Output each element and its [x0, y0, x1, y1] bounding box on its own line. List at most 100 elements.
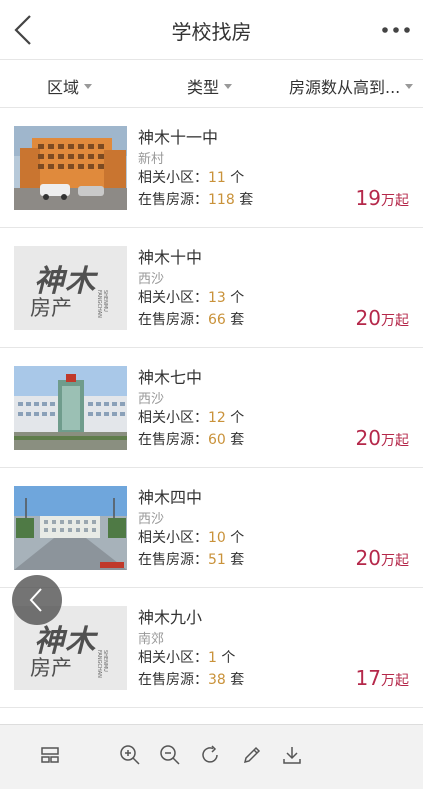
filter-sort-label: 房源数从高到... [289, 78, 401, 97]
price-unit: 万起 [381, 433, 409, 449]
related-communities: 相关小区：10 个 [138, 527, 244, 547]
dropdown-triangle-icon [84, 83, 93, 89]
school-photo [14, 126, 127, 210]
onsale-listings: 在售房源：38 套 [138, 669, 244, 689]
price-value: 20 [355, 426, 381, 450]
school-photo [14, 366, 127, 450]
related-unit: 个 [230, 170, 245, 186]
onsale-listings: 在售房源：118 套 [138, 189, 253, 209]
rotate-button[interactable] [198, 743, 222, 767]
onsale-count: 38 [208, 672, 226, 688]
zoom-in-icon [120, 745, 140, 765]
onsale-unit: 套 [230, 432, 245, 448]
price-value: 20 [355, 306, 381, 330]
school-list-item[interactable]: 神木 房产 SHENMU FANGCHAN 神木九小 南郊 相关小区：1 个 在… [0, 588, 423, 708]
school-list: 神木十一中 新村 相关小区：11 个 在售房源：118 套 19万起 神木 房产… [0, 108, 423, 708]
school-area: 西沙 [138, 392, 165, 407]
onsale-label: 在售房源： [138, 432, 208, 448]
page-title: 学校找房 [171, 20, 252, 44]
onsale-unit: 套 [230, 552, 245, 568]
price-value: 19 [355, 186, 381, 210]
related-unit: 个 [230, 410, 245, 426]
onsale-label: 在售房源： [138, 192, 208, 208]
price-from: 19万起 [356, 186, 409, 210]
layout-icon [41, 747, 59, 763]
onsale-label: 在售房源： [138, 552, 208, 568]
onsale-label: 在售房源： [138, 672, 208, 688]
price-unit: 万起 [381, 193, 409, 209]
logo-text-bottom: 房产 [30, 296, 72, 320]
related-label: 相关小区： [138, 530, 208, 546]
price-from: 20万起 [356, 546, 409, 570]
school-name: 神木十一中 [138, 128, 219, 147]
edit-button[interactable] [240, 743, 264, 767]
school-area: 南郊 [138, 632, 165, 647]
related-unit: 个 [230, 290, 245, 306]
onsale-unit: 套 [230, 312, 245, 328]
onsale-unit: 套 [230, 672, 245, 688]
filter-bar: 区域 类型 房源数从高到... [0, 60, 423, 108]
price-value: 17 [355, 666, 381, 690]
school-list-item[interactable]: 神木四中 西沙 相关小区：10 个 在售房源：51 套 20万起 [0, 468, 423, 588]
price-unit: 万起 [381, 673, 409, 689]
related-count: 12 [208, 410, 226, 426]
chevron-left-icon [29, 588, 42, 612]
pen-icon [243, 746, 261, 764]
download-icon [283, 747, 301, 764]
price-from: 20万起 [356, 306, 409, 330]
price-from: 17万起 [356, 666, 409, 690]
school-name: 神木九小 [138, 608, 203, 627]
logo-text-vertical: SHENMU FANGCHAN [96, 650, 108, 678]
related-count: 13 [208, 290, 226, 306]
school-area: 新村 [138, 152, 165, 167]
logo-text-bottom: 房产 [30, 656, 72, 680]
onsale-listings: 在售房源：60 套 [138, 429, 244, 449]
zoom-out-button[interactable] [158, 743, 182, 767]
dropdown-triangle-icon [405, 83, 414, 89]
more-button[interactable] [379, 18, 413, 42]
download-button[interactable] [280, 743, 304, 767]
related-label: 相关小区： [138, 290, 208, 306]
related-count: 11 [208, 170, 226, 186]
onsale-count: 118 [208, 192, 235, 208]
related-unit: 个 [221, 650, 236, 666]
related-count: 1 [208, 650, 217, 666]
related-count: 10 [208, 530, 226, 546]
filter-region-label: 区域 [47, 78, 80, 97]
header-bar: 学校找房 [0, 0, 423, 60]
onsale-count: 60 [208, 432, 226, 448]
logo-text-vertical: SHENMU FANGCHAN [96, 290, 108, 318]
price-from: 20万起 [356, 426, 409, 450]
school-name: 神木四中 [138, 488, 203, 507]
related-communities: 相关小区：13 个 [138, 287, 244, 307]
filter-type[interactable]: 类型 [187, 74, 233, 98]
related-label: 相关小区： [138, 170, 208, 186]
related-label: 相关小区： [138, 650, 208, 666]
layout-button[interactable] [38, 743, 62, 767]
filter-type-label: 类型 [187, 78, 220, 97]
onsale-listings: 在售房源：51 套 [138, 549, 244, 569]
school-area: 西沙 [138, 272, 165, 287]
onsale-count: 66 [208, 312, 226, 328]
school-photo [14, 486, 127, 570]
related-communities: 相关小区：11 个 [138, 167, 244, 187]
school-area: 西沙 [138, 512, 165, 527]
school-list-item[interactable]: 神木 房产 SHENMU FANGCHAN 神木十中 西沙 相关小区：13 个 … [0, 228, 423, 348]
onsale-count: 51 [208, 552, 226, 568]
onsale-unit: 套 [239, 192, 254, 208]
related-unit: 个 [230, 530, 245, 546]
school-list-item[interactable]: 神木七中 西沙 相关小区：12 个 在售房源：60 套 20万起 [0, 348, 423, 468]
placeholder-logo: 神木 房产 SHENMU FANGCHAN [14, 246, 127, 330]
related-communities: 相关小区：12 个 [138, 407, 244, 427]
floating-back-button[interactable] [12, 575, 62, 625]
filter-region[interactable]: 区域 [47, 74, 93, 98]
more-dots-icon [382, 27, 410, 33]
price-value: 20 [355, 546, 381, 570]
school-name: 神木七中 [138, 368, 203, 387]
zoom-in-button[interactable] [118, 743, 142, 767]
filter-sort[interactable]: 房源数从高到... [289, 74, 414, 98]
price-unit: 万起 [381, 553, 409, 569]
price-unit: 万起 [381, 313, 409, 329]
onsale-label: 在售房源： [138, 312, 208, 328]
school-list-item[interactable]: 神木十一中 新村 相关小区：11 个 在售房源：118 套 19万起 [0, 108, 423, 228]
